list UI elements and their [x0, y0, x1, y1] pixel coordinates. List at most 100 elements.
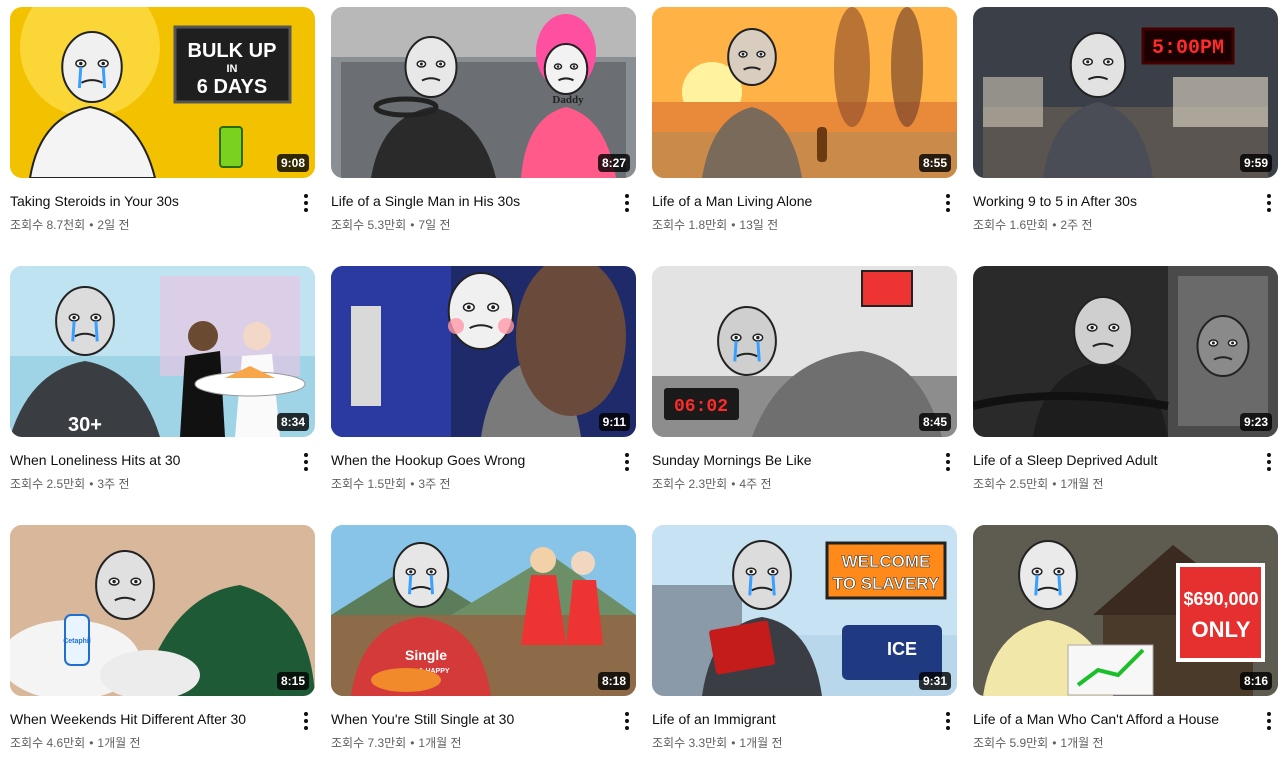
- video-card: BULK UP IN 6 DAYS 9:08 Taking Steroids in Yo…: [10, 7, 315, 266]
- video-stats: 조회수 5.9만회 • 1개월 전: [973, 735, 1278, 751]
- video-duration: 9:59: [1239, 154, 1272, 172]
- svg-text:Cetaphil: Cetaphil: [63, 638, 91, 645]
- video-stats: 조회수 7.3만회 • 1개월 전: [331, 735, 636, 751]
- video-thumbnail[interactable]: 06:02 8:45: [652, 266, 957, 437]
- video-title[interactable]: When the Hookup Goes Wrong: [331, 451, 611, 469]
- video-thumbnail[interactable]: $690,000 ONLY 8:16: [973, 525, 1278, 696]
- video-title[interactable]: Life of a Man Living Alone: [652, 192, 932, 210]
- upload-age: 1개월 전: [1060, 736, 1104, 750]
- video-meta: Life of an Immigrant 조회수 3.3만회 • 1개월 전: [652, 696, 957, 751]
- video-thumbnail[interactable]: 8:55: [652, 7, 957, 178]
- view-count: 조회수 2.3만회: [652, 477, 728, 491]
- svg-text:30+: 30+: [68, 414, 102, 436]
- more-options-icon[interactable]: [1262, 451, 1276, 473]
- meta-separator: •: [1052, 218, 1057, 232]
- video-meta: Taking Steroids in Your 30s 조회수 8.7천회 • 2일 …: [10, 178, 315, 233]
- video-thumbnail[interactable]: 30+ 8:34: [10, 266, 315, 437]
- view-count: 조회수 7.3만회: [331, 736, 407, 750]
- upload-age: 4주 전: [739, 477, 772, 491]
- more-options-icon[interactable]: [941, 192, 955, 214]
- video-duration: 8:15: [276, 672, 309, 690]
- svg-text:6 DAYS: 6 DAYS: [197, 76, 267, 98]
- more-options-icon[interactable]: [620, 192, 634, 214]
- video-thumbnail[interactable]: 5:00PM 9:59: [973, 7, 1278, 178]
- video-meta: Life of a Man Living Alone 조회수 1.8만회 • 13일 …: [652, 178, 957, 233]
- svg-text:ICE: ICE: [887, 639, 917, 659]
- video-thumbnail[interactable]: Cetaphil 8:15: [10, 525, 315, 696]
- video-card: 06:02 8:45 Sunday Mornings Be Like 조회수 2.3만…: [652, 266, 957, 525]
- more-options-icon[interactable]: [299, 710, 313, 732]
- video-stats: 조회수 2.5만회 • 3주 전: [10, 476, 315, 492]
- svg-text:WELCOME: WELCOME: [842, 552, 931, 571]
- upload-age: 3주 전: [97, 477, 130, 491]
- video-stats: 조회수 2.5만회 • 1개월 전: [973, 476, 1278, 492]
- meta-separator: •: [731, 218, 736, 232]
- more-options-icon[interactable]: [299, 192, 313, 214]
- video-title[interactable]: Life of a Sleep Deprived Adult: [973, 451, 1253, 469]
- video-meta: When You're Still Single at 30 조회수 7.3만회 •…: [331, 696, 636, 751]
- video-thumbnail[interactable]: WELCOME TO SLAVERY ICE 9:31: [652, 525, 957, 696]
- view-count: 조회수 3.3만회: [652, 736, 728, 750]
- video-stats: 조회수 8.7천회 • 2일 전: [10, 217, 315, 233]
- video-duration: 8:27: [597, 154, 630, 172]
- video-meta: Life of a Man Who Can't Afford a House 조회…: [973, 696, 1278, 751]
- video-meta: Sunday Mornings Be Like 조회수 2.3만회 • 4주 전: [652, 437, 957, 492]
- video-duration: 8:16: [1239, 672, 1272, 690]
- video-stats: 조회수 3.3만회 • 1개월 전: [652, 735, 957, 751]
- video-stats: 조회수 1.6만회 • 2주 전: [973, 217, 1278, 233]
- more-options-icon[interactable]: [620, 451, 634, 473]
- upload-age: 2주 전: [1060, 218, 1093, 232]
- video-thumbnail[interactable]: 9:23: [973, 266, 1278, 437]
- video-title[interactable]: Working 9 to 5 in After 30s: [973, 192, 1253, 210]
- view-count: 조회수 1.8만회: [652, 218, 728, 232]
- video-thumbnail[interactable]: Daddy 8:27: [331, 7, 636, 178]
- meta-separator: •: [89, 736, 94, 750]
- video-card: 5:00PM 9:59 Working 9 to 5 in After 30s 조회수…: [973, 7, 1278, 266]
- more-options-icon[interactable]: [299, 451, 313, 473]
- meta-separator: •: [731, 736, 736, 750]
- upload-age: 1개월 전: [739, 736, 783, 750]
- video-title[interactable]: Life of an Immigrant: [652, 710, 932, 728]
- meta-separator: •: [1052, 477, 1057, 491]
- video-meta: Life of a Sleep Deprived Adult 조회수 2.5만회 •…: [973, 437, 1278, 492]
- svg-text:Single: Single: [405, 647, 447, 663]
- video-thumbnail[interactable]: BULK UP IN 6 DAYS 9:08: [10, 7, 315, 178]
- svg-text:5:00PM: 5:00PM: [1152, 37, 1224, 60]
- video-stats: 조회수 2.3만회 • 4주 전: [652, 476, 957, 492]
- video-card: 9:23 Life of a Sleep Deprived Adult 조회수 2.…: [973, 266, 1278, 525]
- video-card: Daddy 8:27 Life of a Single Man in His 30s…: [331, 7, 636, 266]
- more-options-icon[interactable]: [941, 451, 955, 473]
- meta-separator: •: [731, 477, 736, 491]
- view-count: 조회수 8.7천회: [10, 218, 86, 232]
- more-options-icon[interactable]: [1262, 192, 1276, 214]
- video-title[interactable]: Life of a Man Who Can't Afford a House: [973, 710, 1253, 728]
- video-stats: 조회수 5.3만회 • 7일 전: [331, 217, 636, 233]
- video-duration: 8:18: [597, 672, 630, 690]
- svg-text:IN: IN: [227, 63, 238, 75]
- video-duration: 8:55: [918, 154, 951, 172]
- video-duration: 8:34: [276, 413, 309, 431]
- video-thumbnail[interactable]: 9:11: [331, 266, 636, 437]
- upload-age: 2일 전: [97, 218, 130, 232]
- more-options-icon[interactable]: [620, 710, 634, 732]
- view-count: 조회수 5.3만회: [331, 218, 407, 232]
- view-count: 조회수 2.5만회: [10, 477, 86, 491]
- more-options-icon[interactable]: [941, 710, 955, 732]
- video-card: WELCOME TO SLAVERY ICE 9:31 Life of an Immig…: [652, 525, 957, 784]
- video-title[interactable]: Taking Steroids in Your 30s: [10, 192, 290, 210]
- video-duration: 9:08: [276, 154, 309, 172]
- video-stats: 조회수 1.8만회 • 13일 전: [652, 217, 957, 233]
- video-title[interactable]: Sunday Mornings Be Like: [652, 451, 932, 469]
- video-thumbnail[interactable]: Single & HAPPY 8:18: [331, 525, 636, 696]
- video-stats: 조회수 1.5만회 • 3주 전: [331, 476, 636, 492]
- meta-separator: •: [89, 218, 94, 232]
- video-title[interactable]: When Weekends Hit Different After 30: [10, 710, 290, 728]
- more-options-icon[interactable]: [1262, 710, 1276, 732]
- video-title[interactable]: When You're Still Single at 30: [331, 710, 611, 728]
- video-title[interactable]: When Loneliness Hits at 30: [10, 451, 290, 469]
- video-title[interactable]: Life of a Single Man in His 30s: [331, 192, 611, 210]
- video-duration: 9:11: [598, 413, 630, 431]
- video-meta: Life of a Single Man in His 30s 조회수 5.3만회…: [331, 178, 636, 233]
- svg-text:$690,000: $690,000: [1183, 589, 1258, 609]
- svg-text:ONLY: ONLY: [1191, 617, 1250, 642]
